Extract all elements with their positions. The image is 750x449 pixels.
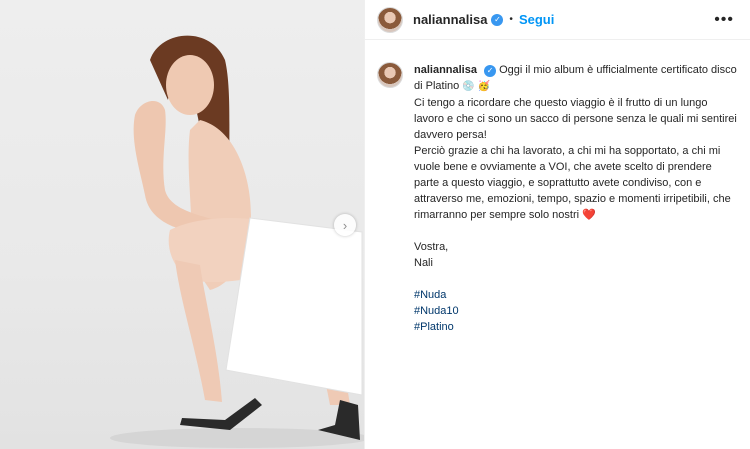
verified-badge-icon: ✓ (484, 65, 497, 77)
hashtag-link[interactable]: #Platino (414, 319, 737, 335)
hashtag-link[interactable]: #Nuda (414, 287, 737, 303)
caption-signoff: Vostra, (414, 241, 449, 253)
caption-comment: naliannalisa ✓ Oggi il mio album è uffic… (377, 62, 737, 335)
caption-avatar[interactable] (377, 62, 403, 88)
next-photo-button[interactable]: › (334, 214, 356, 236)
photo-illustration (110, 35, 364, 448)
verified-badge-icon: ✓ (491, 13, 504, 26)
caption-paragraph-2: Ci tengo a ricordare che questo viaggio … (414, 97, 737, 141)
caption-username[interactable]: naliannalisa (414, 64, 477, 76)
header-username[interactable]: naliannalisa (413, 12, 487, 27)
disc-emoji-icon: 💿 (462, 81, 475, 92)
caption-paragraph-3: Perciò grazie a chi ha lavorato, a chi m… (414, 145, 731, 221)
more-options-icon[interactable]: ••• (714, 11, 734, 29)
caption-signature: Nali (414, 257, 433, 269)
hashtag-link[interactable]: #Nuda10 (414, 303, 737, 319)
header-separator: • (509, 14, 513, 25)
heart-emoji-icon: ❤️ (582, 209, 596, 221)
chevron-right-icon: › (342, 217, 348, 233)
avatar[interactable] (377, 6, 403, 33)
post-details-panel: naliannalisa ✓ • Segui ••• naliannalisa … (365, 0, 750, 449)
post-photo[interactable]: › (0, 0, 364, 449)
post-header: naliannalisa ✓ • Segui ••• (365, 0, 750, 40)
celebrate-emoji-icon: 🥳 (477, 81, 491, 92)
follow-button[interactable]: Segui (519, 12, 554, 27)
caption-text: naliannalisa ✓ Oggi il mio album è uffic… (414, 62, 737, 335)
